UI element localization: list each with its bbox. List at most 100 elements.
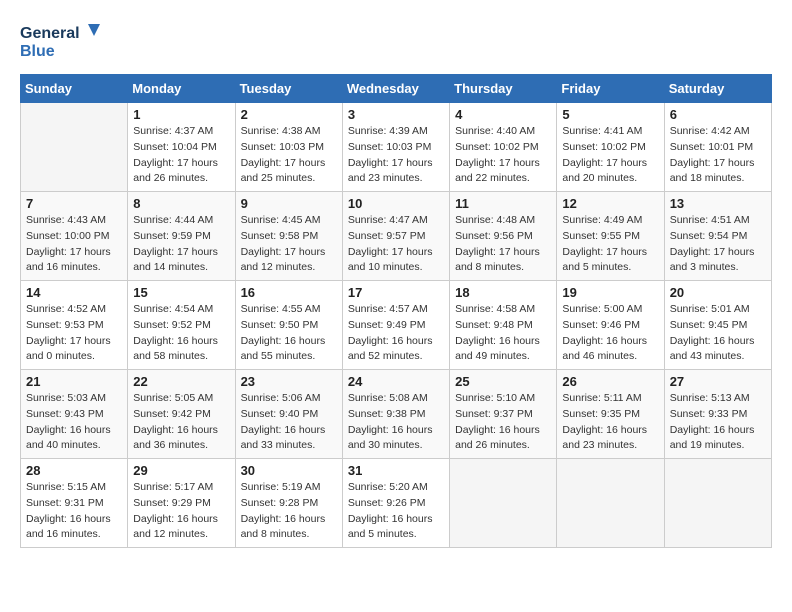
day-number: 10: [348, 196, 444, 211]
day-number: 17: [348, 285, 444, 300]
column-header-friday: Friday: [557, 75, 664, 103]
day-info: Sunrise: 4:39 AMSunset: 10:03 PMDaylight…: [348, 124, 444, 187]
day-number: 7: [26, 196, 122, 211]
day-number: 1: [133, 107, 229, 122]
day-number: 3: [348, 107, 444, 122]
calendar-cell: 4Sunrise: 4:40 AMSunset: 10:02 PMDayligh…: [450, 103, 557, 192]
calendar-week-5: 28Sunrise: 5:15 AMSunset: 9:31 PMDayligh…: [21, 459, 772, 548]
day-info: Sunrise: 4:58 AMSunset: 9:48 PMDaylight:…: [455, 302, 551, 365]
logo-svg: GeneralBlue: [20, 20, 110, 64]
column-header-sunday: Sunday: [21, 75, 128, 103]
calendar-cell: 22 Sunrise: 5:05 AMSunset: 9:42 PMDayligh…: [128, 370, 235, 459]
day-number: 21: [26, 374, 122, 389]
calendar-cell: 21 Sunrise: 5:03 AMSunset: 9:43 PMDayligh…: [21, 370, 128, 459]
day-info: Sunrise: 4:44 AMSunset: 9:59 PMDaylight:…: [133, 213, 229, 276]
day-number: 14: [26, 285, 122, 300]
calendar-cell: [664, 459, 771, 548]
day-info: Sunrise: 5:17 AMSunset: 9:29 PMDaylight:…: [133, 480, 229, 543]
day-info: Sunrise: 5:06 AMSunset: 9:40 PMDaylight:…: [241, 391, 337, 454]
day-info: Sunrise: 4:57 AMSunset: 9:49 PMDaylight:…: [348, 302, 444, 365]
calendar-week-4: 21 Sunrise: 5:03 AMSunset: 9:43 PMDayligh…: [21, 370, 772, 459]
day-info: Sunrise: 5:20 AMSunset: 9:26 PMDaylight:…: [348, 480, 444, 543]
calendar-cell: 7 Sunrise: 4:43 AMSunset: 10:00 PMDayligh…: [21, 192, 128, 281]
day-number: 18: [455, 285, 551, 300]
day-number: 6: [670, 107, 766, 122]
calendar-cell: [450, 459, 557, 548]
calendar-cell: 20Sunrise: 5:01 AMSunset: 9:45 PMDayligh…: [664, 281, 771, 370]
calendar-cell: 29 Sunrise: 5:17 AMSunset: 9:29 PMDayligh…: [128, 459, 235, 548]
day-number: 25: [455, 374, 551, 389]
day-info: Sunrise: 5:10 AMSunset: 9:37 PMDaylight:…: [455, 391, 551, 454]
column-header-tuesday: Tuesday: [235, 75, 342, 103]
day-number: 31: [348, 463, 444, 478]
calendar-cell: [557, 459, 664, 548]
column-header-saturday: Saturday: [664, 75, 771, 103]
day-info: Sunrise: 4:49 AMSunset: 9:55 PMDaylight:…: [562, 213, 658, 276]
day-info: Sunrise: 5:03 AMSunset: 9:43 PMDaylight:…: [26, 391, 122, 454]
day-info: Sunrise: 4:47 AMSunset: 9:57 PMDaylight:…: [348, 213, 444, 276]
day-number: 28: [26, 463, 122, 478]
day-info: Sunrise: 5:11 AMSunset: 9:35 PMDaylight:…: [562, 391, 658, 454]
calendar-cell: 2Sunrise: 4:38 AMSunset: 10:03 PMDayligh…: [235, 103, 342, 192]
calendar-cell: 1Sunrise: 4:37 AMSunset: 10:04 PMDayligh…: [128, 103, 235, 192]
day-number: 9: [241, 196, 337, 211]
day-number: 20: [670, 285, 766, 300]
calendar-table: SundayMondayTuesdayWednesdayThursdayFrid…: [20, 74, 772, 548]
calendar-header-row: SundayMondayTuesdayWednesdayThursdayFrid…: [21, 75, 772, 103]
day-number: 4: [455, 107, 551, 122]
day-info: Sunrise: 5:00 AMSunset: 9:46 PMDaylight:…: [562, 302, 658, 365]
column-header-monday: Monday: [128, 75, 235, 103]
day-info: Sunrise: 4:38 AMSunset: 10:03 PMDaylight…: [241, 124, 337, 187]
calendar-cell: 17 Sunrise: 4:57 AMSunset: 9:49 PMDayligh…: [342, 281, 449, 370]
calendar-cell: 12 Sunrise: 4:49 AMSunset: 9:55 PMDayligh…: [557, 192, 664, 281]
calendar-cell: 27 Sunrise: 5:13 AMSunset: 9:33 PMDayligh…: [664, 370, 771, 459]
calendar-cell: [21, 103, 128, 192]
calendar-cell: 11 Sunrise: 4:48 AMSunset: 9:56 PMDayligh…: [450, 192, 557, 281]
page-header: GeneralBlue: [20, 20, 772, 64]
calendar-cell: 23Sunrise: 5:06 AMSunset: 9:40 PMDayligh…: [235, 370, 342, 459]
calendar-week-2: 7 Sunrise: 4:43 AMSunset: 10:00 PMDayligh…: [21, 192, 772, 281]
day-number: 11: [455, 196, 551, 211]
calendar-cell: 30Sunrise: 5:19 AMSunset: 9:28 PMDayligh…: [235, 459, 342, 548]
day-number: 22: [133, 374, 229, 389]
calendar-cell: 25 Sunrise: 5:10 AMSunset: 9:37 PMDayligh…: [450, 370, 557, 459]
day-info: Sunrise: 4:51 AMSunset: 9:54 PMDaylight:…: [670, 213, 766, 276]
calendar-cell: 9 Sunrise: 4:45 AMSunset: 9:58 PMDaylight…: [235, 192, 342, 281]
calendar-cell: 8 Sunrise: 4:44 AMSunset: 9:59 PMDaylight…: [128, 192, 235, 281]
column-header-thursday: Thursday: [450, 75, 557, 103]
day-info: Sunrise: 5:05 AMSunset: 9:42 PMDaylight:…: [133, 391, 229, 454]
calendar-cell: 19 Sunrise: 5:00 AMSunset: 9:46 PMDayligh…: [557, 281, 664, 370]
day-number: 5: [562, 107, 658, 122]
calendar-cell: 26 Sunrise: 5:11 AMSunset: 9:35 PMDayligh…: [557, 370, 664, 459]
logo: GeneralBlue: [20, 20, 110, 64]
day-info: Sunrise: 4:45 AMSunset: 9:58 PMDaylight:…: [241, 213, 337, 276]
calendar-week-3: 14Sunrise: 4:52 AMSunset: 9:53 PMDayligh…: [21, 281, 772, 370]
day-info: Sunrise: 4:48 AMSunset: 9:56 PMDaylight:…: [455, 213, 551, 276]
svg-text:Blue: Blue: [20, 43, 55, 60]
day-info: Sunrise: 4:41 AMSunset: 10:02 PMDaylight…: [562, 124, 658, 187]
calendar-cell: 31 Sunrise: 5:20 AMSunset: 9:26 PMDayligh…: [342, 459, 449, 548]
day-info: Sunrise: 4:54 AMSunset: 9:52 PMDaylight:…: [133, 302, 229, 365]
day-number: 8: [133, 196, 229, 211]
calendar-cell: 18 Sunrise: 4:58 AMSunset: 9:48 PMDayligh…: [450, 281, 557, 370]
column-header-wednesday: Wednesday: [342, 75, 449, 103]
day-info: Sunrise: 4:55 AMSunset: 9:50 PMDaylight:…: [241, 302, 337, 365]
day-info: Sunrise: 5:13 AMSunset: 9:33 PMDaylight:…: [670, 391, 766, 454]
calendar-cell: 3 Sunrise: 4:39 AMSunset: 10:03 PMDayligh…: [342, 103, 449, 192]
calendar-cell: 5 Sunrise: 4:41 AMSunset: 10:02 PMDayligh…: [557, 103, 664, 192]
day-number: 29: [133, 463, 229, 478]
day-number: 19: [562, 285, 658, 300]
day-number: 13: [670, 196, 766, 211]
day-number: 26: [562, 374, 658, 389]
calendar-cell: 15 Sunrise: 4:54 AMSunset: 9:52 PMDayligh…: [128, 281, 235, 370]
calendar-week-1: 1Sunrise: 4:37 AMSunset: 10:04 PMDayligh…: [21, 103, 772, 192]
calendar-cell: 24Sunrise: 5:08 AMSunset: 9:38 PMDayligh…: [342, 370, 449, 459]
day-info: Sunrise: 5:19 AMSunset: 9:28 PMDaylight:…: [241, 480, 337, 543]
day-number: 15: [133, 285, 229, 300]
day-info: Sunrise: 4:43 AMSunset: 10:00 PMDaylight…: [26, 213, 122, 276]
calendar-cell: 10 Sunrise: 4:47 AMSunset: 9:57 PMDayligh…: [342, 192, 449, 281]
calendar-cell: 16Sunrise: 4:55 AMSunset: 9:50 PMDayligh…: [235, 281, 342, 370]
day-number: 27: [670, 374, 766, 389]
day-info: Sunrise: 5:08 AMSunset: 9:38 PMDaylight:…: [348, 391, 444, 454]
day-number: 12: [562, 196, 658, 211]
